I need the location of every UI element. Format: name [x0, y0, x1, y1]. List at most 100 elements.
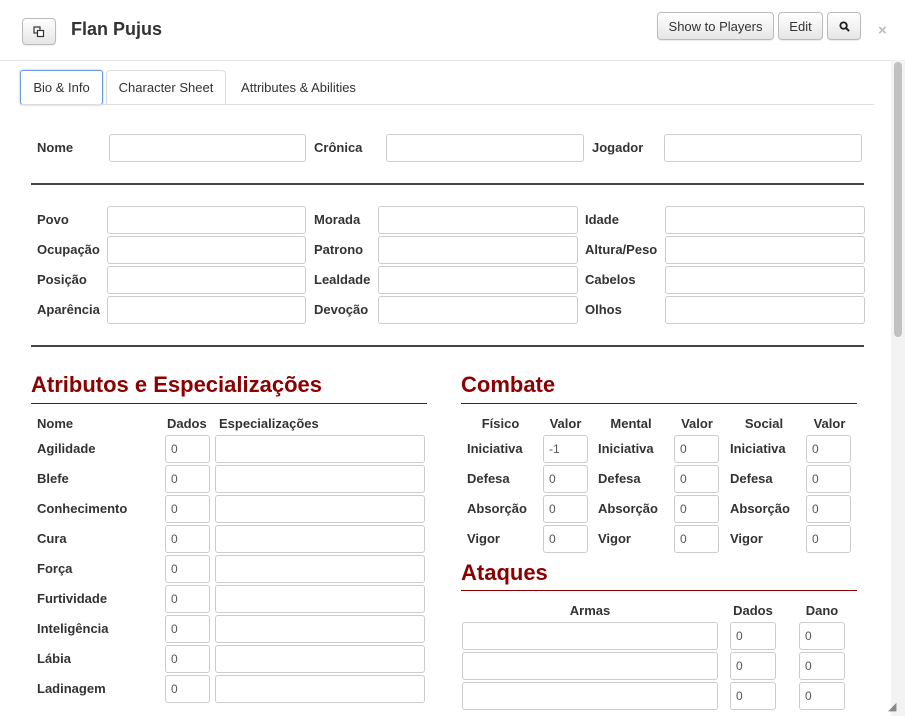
tab-baseline — [20, 104, 874, 105]
combate-row-label: Vigor — [467, 531, 500, 546]
ataque-dados-input[interactable]: 0 — [730, 652, 776, 680]
detail-input[interactable] — [107, 236, 306, 264]
combate-fisico-input[interactable]: 0 — [543, 465, 588, 493]
detail-label: Devoção — [314, 302, 369, 317]
atributo-dados-input[interactable]: 0 — [165, 495, 210, 523]
ataque-dados-input[interactable]: 0 — [730, 682, 776, 710]
atributo-especializacao-input[interactable] — [215, 675, 425, 703]
atributo-dados-input[interactable]: 0 — [165, 645, 210, 673]
atributo-especializacao-input[interactable] — [215, 525, 425, 553]
combate-title: Combate — [461, 372, 556, 397]
cronica-label: Crônica — [314, 140, 363, 155]
atributos-underline — [31, 403, 427, 404]
atributo-especializacao-input[interactable] — [215, 645, 425, 673]
edit-button[interactable]: Edit — [778, 12, 823, 40]
tab-bio-info[interactable]: Bio & Info — [20, 70, 103, 105]
detail-input[interactable] — [665, 236, 865, 264]
atributo-name: Ladinagem — [37, 681, 106, 696]
atributo-especializacao-input[interactable] — [215, 585, 425, 613]
atributo-dados-input[interactable]: 0 — [165, 555, 210, 583]
cronica-input[interactable] — [386, 134, 584, 162]
detail-input[interactable] — [107, 296, 306, 324]
atributo-dados-input[interactable]: 0 — [165, 675, 210, 703]
combate-fisico-input[interactable]: 0 — [543, 495, 588, 523]
jogador-label: Jogador — [592, 140, 644, 155]
jogador-input[interactable] — [664, 134, 862, 162]
detail-label: Patrono — [314, 242, 364, 257]
resize-handle-icon[interactable]: ◢ — [888, 700, 896, 713]
detail-input[interactable] — [378, 266, 578, 294]
ataques-underline — [461, 590, 857, 591]
search-button[interactable] — [827, 12, 861, 40]
tab-attributes-abilities[interactable]: Attributes & Abilities — [230, 70, 367, 105]
detail-label: Lealdade — [314, 272, 371, 287]
combate-row-label: Defesa — [598, 471, 641, 486]
detail-input[interactable] — [665, 206, 865, 234]
atributo-dados-input[interactable]: 0 — [165, 465, 210, 493]
ataque-dano-input[interactable]: 0 — [799, 622, 845, 650]
combate-fisico-input[interactable]: -1 — [543, 435, 588, 463]
scrollbar-thumb[interactable] — [894, 62, 902, 337]
section-divider — [31, 345, 864, 347]
combate-fisico-input[interactable]: 0 — [543, 525, 588, 553]
atributo-especializacao-input[interactable] — [215, 435, 425, 463]
detail-input[interactable] — [107, 266, 306, 294]
combate-row-label: Absorção — [598, 501, 658, 516]
nome-label: Nome — [37, 140, 74, 155]
combate-header: Mental — [610, 416, 652, 431]
combate-mental-input[interactable]: 0 — [674, 525, 719, 553]
atributo-dados-input[interactable]: 0 — [165, 585, 210, 613]
atributo-especializacao-input[interactable] — [215, 465, 425, 493]
combate-mental-input[interactable]: 0 — [674, 465, 719, 493]
detail-label: Olhos — [585, 302, 622, 317]
atributo-especializacao-input[interactable] — [215, 615, 425, 643]
tab-character-sheet[interactable]: Character Sheet — [106, 70, 226, 105]
combate-header: Valor — [813, 416, 846, 431]
combate-row-label: Iniciativa — [598, 441, 654, 456]
nome-input[interactable] — [109, 134, 306, 162]
atributo-especializacao-input[interactable] — [215, 555, 425, 583]
combate-header: Físico — [481, 416, 520, 431]
combate-mental-input[interactable]: 0 — [674, 495, 719, 523]
popout-icon — [33, 25, 45, 37]
atributos-header-especializacoes: Especializações — [219, 416, 319, 431]
combate-header: Social — [744, 416, 784, 431]
combate-social-input[interactable]: 0 — [806, 495, 851, 523]
detail-input[interactable] — [378, 236, 578, 264]
combate-header: Valor — [549, 416, 582, 431]
atributo-dados-input[interactable]: 0 — [165, 615, 210, 643]
search-icon — [838, 20, 850, 32]
popout-button[interactable] — [22, 18, 56, 45]
atributo-name: Conhecimento — [37, 501, 128, 516]
combate-social-input[interactable]: 0 — [806, 465, 851, 493]
ataques-title: Ataques — [461, 560, 548, 585]
ataque-arma-input[interactable] — [462, 682, 718, 710]
combate-social-input[interactable]: 0 — [806, 525, 851, 553]
header-divider — [0, 60, 895, 61]
ataque-arma-input[interactable] — [462, 652, 718, 680]
atributo-dados-input[interactable]: 0 — [165, 525, 210, 553]
ataque-arma-input[interactable] — [462, 622, 718, 650]
detail-input[interactable] — [665, 266, 865, 294]
combate-row-label: Vigor — [730, 531, 763, 546]
detail-label: Altura/Peso — [585, 242, 658, 257]
ataque-dano-input[interactable]: 0 — [799, 652, 845, 680]
atributo-dados-input[interactable]: 0 — [165, 435, 210, 463]
detail-input[interactable] — [107, 206, 306, 234]
ataque-dano-input[interactable]: 0 — [799, 682, 845, 710]
show-to-players-button[interactable]: Show to Players — [657, 12, 774, 40]
atributo-especializacao-input[interactable] — [215, 495, 425, 523]
detail-input[interactable] — [378, 206, 578, 234]
detail-label: Ocupação — [37, 242, 100, 257]
close-button[interactable]: × — [878, 22, 887, 39]
detail-input[interactable] — [378, 296, 578, 324]
combate-mental-input[interactable]: 0 — [674, 435, 719, 463]
window-title: Flan Pujus — [71, 19, 163, 39]
detail-label: Cabelos — [585, 272, 636, 287]
combate-row-label: Absorção — [730, 501, 790, 516]
detail-input[interactable] — [665, 296, 865, 324]
ataque-dados-input[interactable]: 0 — [730, 622, 776, 650]
combate-row-label: Absorção — [467, 501, 527, 516]
combate-social-input[interactable]: 0 — [806, 435, 851, 463]
atributo-name: Inteligência — [37, 621, 109, 636]
